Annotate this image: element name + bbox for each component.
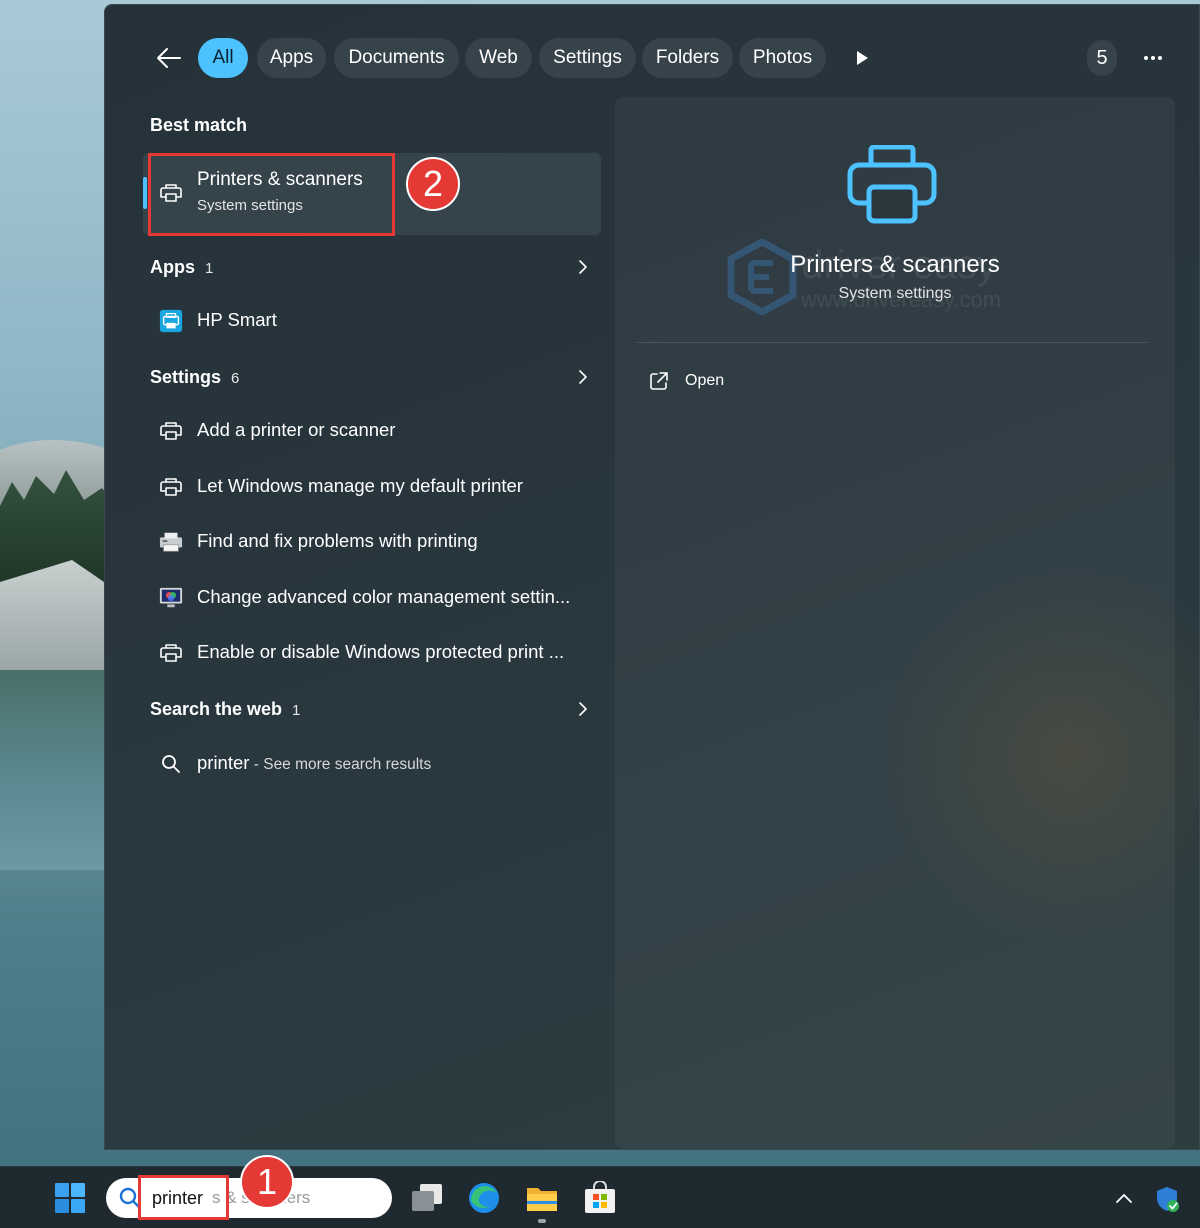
search-web-count: 1: [292, 702, 301, 719]
settings-heading[interactable]: Settings 6: [150, 367, 239, 388]
chevron-right-icon[interactable]: [575, 701, 591, 717]
web-search-label: printer - See more search results: [197, 752, 431, 774]
arrow-left-icon: [157, 48, 181, 68]
search-web-heading[interactable]: Search the web 1: [150, 699, 300, 720]
microsoft-store-icon[interactable]: [583, 1181, 617, 1215]
app-hp-smart[interactable]: HP Smart: [143, 295, 601, 347]
open-external-icon: [650, 372, 668, 390]
selection-indicator: [143, 177, 147, 209]
search-web-heading-label: Search the web: [150, 699, 283, 719]
open-button[interactable]: Open: [649, 369, 724, 393]
back-button[interactable]: [149, 38, 189, 78]
setting-label: Change advanced color management settin.…: [197, 586, 571, 607]
highlight-search-input: [138, 1175, 229, 1220]
hp-smart-icon: [159, 309, 183, 333]
setting-label: Find and fix problems with printing: [197, 530, 478, 551]
tab-all[interactable]: All: [198, 38, 248, 78]
wallpaper-lake: [0, 670, 120, 870]
preview-subtitle: System settings: [838, 285, 952, 302]
setting-add-printer[interactable]: Add a printer or scanner: [143, 405, 601, 457]
printer-troubleshoot-icon: [159, 530, 183, 554]
printer-icon: [847, 145, 937, 224]
active-app-indicator: [538, 1219, 546, 1223]
apps-heading[interactable]: Apps 1: [150, 257, 213, 278]
ellipsis-icon: [1151, 56, 1155, 60]
chevron-up-icon[interactable]: [1114, 1189, 1134, 1209]
printer-icon: [159, 475, 183, 499]
setting-label: Enable or disable Windows protected prin…: [197, 641, 565, 662]
tab-settings[interactable]: Settings: [539, 38, 636, 78]
apps-heading-label: Apps: [150, 257, 195, 277]
printer-icon: [159, 419, 183, 443]
apps-count: 1: [205, 260, 214, 277]
printer-icon: [159, 641, 183, 665]
setting-default-printer[interactable]: Let Windows manage my default printer: [143, 461, 601, 513]
tab-folders[interactable]: Folders: [642, 38, 733, 78]
windows-security-icon[interactable]: [1154, 1185, 1180, 1213]
ellipsis-icon: [1144, 56, 1148, 60]
app-label: HP Smart: [197, 309, 277, 330]
tab-apps[interactable]: Apps: [257, 38, 326, 78]
setting-protected-print[interactable]: Enable or disable Windows protected prin…: [143, 627, 601, 679]
preview-divider: [637, 342, 1147, 343]
play-arrow-icon: [857, 51, 868, 65]
more-filters-button[interactable]: [847, 38, 877, 78]
setting-label: Let Windows manage my default printer: [197, 475, 523, 496]
best-match-heading: Best match: [150, 115, 248, 135]
step-1-badge: 1: [240, 1155, 294, 1209]
chevron-right-icon[interactable]: [575, 259, 591, 275]
settings-count: 6: [231, 370, 240, 387]
rewards-count-badge[interactable]: 5: [1087, 40, 1117, 76]
setting-fix-printing[interactable]: Find and fix problems with printing: [143, 516, 601, 568]
web-query: printer: [197, 752, 250, 773]
tab-photos[interactable]: Photos: [739, 38, 826, 78]
setting-color-management[interactable]: Change advanced color management settin.…: [143, 572, 601, 624]
tab-web[interactable]: Web: [465, 38, 532, 78]
open-label: Open: [685, 372, 725, 389]
windows-start-icon[interactable]: [54, 1182, 86, 1214]
web-suffix: - See more search results: [249, 756, 432, 773]
preview-pane: driver easy www.drivereasy.com Printers …: [615, 97, 1175, 1149]
edge-icon[interactable]: [467, 1181, 501, 1215]
task-view-icon[interactable]: [410, 1181, 444, 1215]
highlight-best-match: [148, 153, 395, 236]
settings-heading-label: Settings: [150, 367, 222, 387]
file-explorer-icon[interactable]: [525, 1181, 559, 1215]
monitor-color-icon: [159, 586, 183, 610]
chevron-right-icon[interactable]: [575, 369, 591, 385]
search-icon: [159, 752, 183, 776]
web-search-result[interactable]: printer - See more search results: [143, 738, 601, 790]
filter-bar: All Apps Documents Web Settings Folders …: [105, 36, 1199, 80]
preview-title: Printers & scanners: [790, 251, 1000, 278]
setting-label: Add a printer or scanner: [197, 419, 396, 440]
step-2-badge: 2: [406, 157, 460, 211]
ellipsis-icon: [1158, 56, 1162, 60]
more-options-button[interactable]: [1135, 38, 1171, 78]
tab-documents[interactable]: Documents: [334, 38, 459, 78]
